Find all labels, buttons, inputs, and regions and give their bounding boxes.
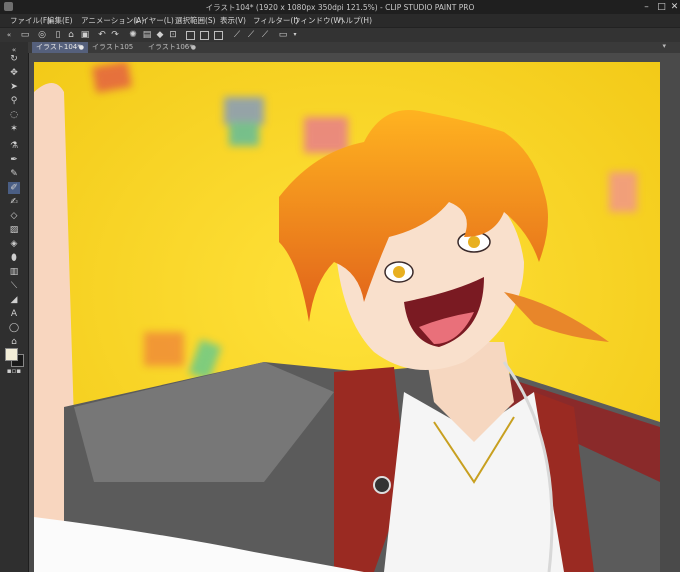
- clip-studio-icon[interactable]: ◎: [37, 30, 47, 40]
- foreground-color-swatch[interactable]: [5, 348, 18, 361]
- menu-layer[interactable]: レイヤー(L): [134, 15, 174, 26]
- open-folder-icon[interactable]: ⌂: [66, 30, 76, 40]
- tab-list-chevron-icon[interactable]: ▾: [662, 42, 666, 50]
- smudge-icon[interactable]: ⬮: [8, 252, 20, 264]
- menu-edit[interactable]: 編集(E): [47, 15, 73, 26]
- new-canvas-icon[interactable]: ▯: [53, 30, 63, 40]
- tab-label: イラスト106*: [148, 43, 193, 51]
- menu-filter[interactable]: フィルター(I): [253, 15, 298, 26]
- close-button[interactable]: ✕: [668, 1, 680, 13]
- collapse-left-icon[interactable]: «: [4, 30, 14, 40]
- window-title: イラスト104* (1920 x 1080px 350dpi 121.5%) -…: [205, 3, 475, 12]
- correct-line-icon[interactable]: ⌂: [8, 336, 20, 348]
- brush-icon[interactable]: ✐: [8, 182, 20, 194]
- zoom-icon[interactable]: ⚲: [8, 95, 20, 107]
- new-file-icon[interactable]: ▭: [20, 30, 30, 40]
- menu-help[interactable]: ヘルプ(H): [338, 15, 372, 26]
- tab-label: イラスト105: [92, 43, 134, 51]
- pencil-icon[interactable]: ✎: [8, 168, 20, 180]
- transparency-toggle-icon[interactable]: ▪▫▪: [5, 365, 23, 377]
- minimize-button[interactable]: –: [640, 1, 653, 13]
- deselect-icon[interactable]: [186, 31, 195, 40]
- chevron-down-icon[interactable]: ▾: [290, 30, 300, 40]
- undo-icon[interactable]: ↶: [97, 30, 107, 40]
- show-selection-icon[interactable]: [214, 31, 223, 40]
- maximize-button[interactable]: □: [655, 1, 668, 13]
- grid-snap-icon[interactable]: ⟋: [260, 30, 270, 40]
- fill-bucket-icon[interactable]: ◆: [155, 30, 165, 40]
- rotate-view-icon[interactable]: ↻: [8, 53, 20, 65]
- menu-bar: ファイル(F) 編集(E) アニメーション(A) レイヤー(L) 選択範囲(S)…: [0, 14, 680, 27]
- tab-illust106[interactable]: イラスト106* ●: [144, 42, 200, 53]
- invert-selection-icon[interactable]: [200, 31, 209, 40]
- text-icon[interactable]: A: [8, 308, 20, 320]
- tab-label: イラスト104*: [36, 43, 81, 51]
- tab-close-icon[interactable]: ●: [79, 42, 84, 53]
- lasso-icon[interactable]: ◌: [8, 109, 20, 121]
- speech-balloon-icon[interactable]: ◯: [8, 322, 20, 334]
- display-settings-icon[interactable]: ▭: [278, 30, 288, 40]
- airbrush-icon[interactable]: ✍: [8, 196, 20, 208]
- document-tabs: イラスト104* ● イラスト105 イラスト106* ● ▾: [28, 42, 680, 53]
- move-icon[interactable]: ✥: [8, 67, 20, 79]
- magic-wand-icon[interactable]: ✶: [8, 123, 20, 135]
- special-ruler-snap-icon[interactable]: ⟋: [246, 30, 256, 40]
- fill-icon[interactable]: ◈: [8, 238, 20, 250]
- blend-icon[interactable]: ▨: [8, 224, 20, 236]
- artwork-canvas[interactable]: [34, 62, 660, 572]
- title-bar: イラスト104* (1920 x 1080px 350dpi 121.5%) -…: [0, 0, 680, 14]
- command-bar: « ▭ ◎ ▯ ⌂ ▣ ↶ ↷ ✺ ▤ ◆ ⊡ ⟋ ⟋ ⟋ ▭ ▾: [0, 27, 680, 43]
- eyedropper-icon[interactable]: ⚗: [8, 140, 20, 152]
- menu-view[interactable]: 表示(V): [220, 15, 246, 26]
- transform-icon[interactable]: ⊡: [168, 30, 178, 40]
- ruler-snap-icon[interactable]: ⟋: [232, 30, 242, 40]
- tab-illust105[interactable]: イラスト105: [88, 42, 144, 53]
- menu-selection[interactable]: 選択範囲(S): [175, 15, 216, 26]
- tab-illust104[interactable]: イラスト104* ●: [32, 42, 88, 53]
- eraser-icon[interactable]: ◇: [8, 210, 20, 222]
- tab-close-icon[interactable]: ●: [191, 42, 196, 53]
- object-select-icon[interactable]: ➤: [8, 81, 20, 93]
- save-icon[interactable]: ▣: [80, 30, 90, 40]
- loading-icon[interactable]: ✺: [128, 30, 138, 40]
- figure-icon[interactable]: ◢: [8, 294, 20, 306]
- menu-window[interactable]: ウィンドウ(W): [293, 15, 344, 26]
- illustration: [34, 62, 660, 572]
- menu-file[interactable]: ファイル(F): [10, 15, 50, 26]
- redo-icon[interactable]: ↷: [110, 30, 120, 40]
- tool-palette: « ↻ ✥ ➤ ⚲ ◌ ✶ ⚗ ✒ ✎ ✐ ✍ ◇ ▨ ◈ ⬮ ▥ ⟍ ◢ A …: [0, 42, 29, 572]
- line-icon[interactable]: ⟍: [8, 280, 20, 292]
- pen-icon[interactable]: ✒: [8, 154, 20, 166]
- gradient-icon[interactable]: ▥: [8, 266, 20, 278]
- clear-icon[interactable]: ▤: [142, 30, 152, 40]
